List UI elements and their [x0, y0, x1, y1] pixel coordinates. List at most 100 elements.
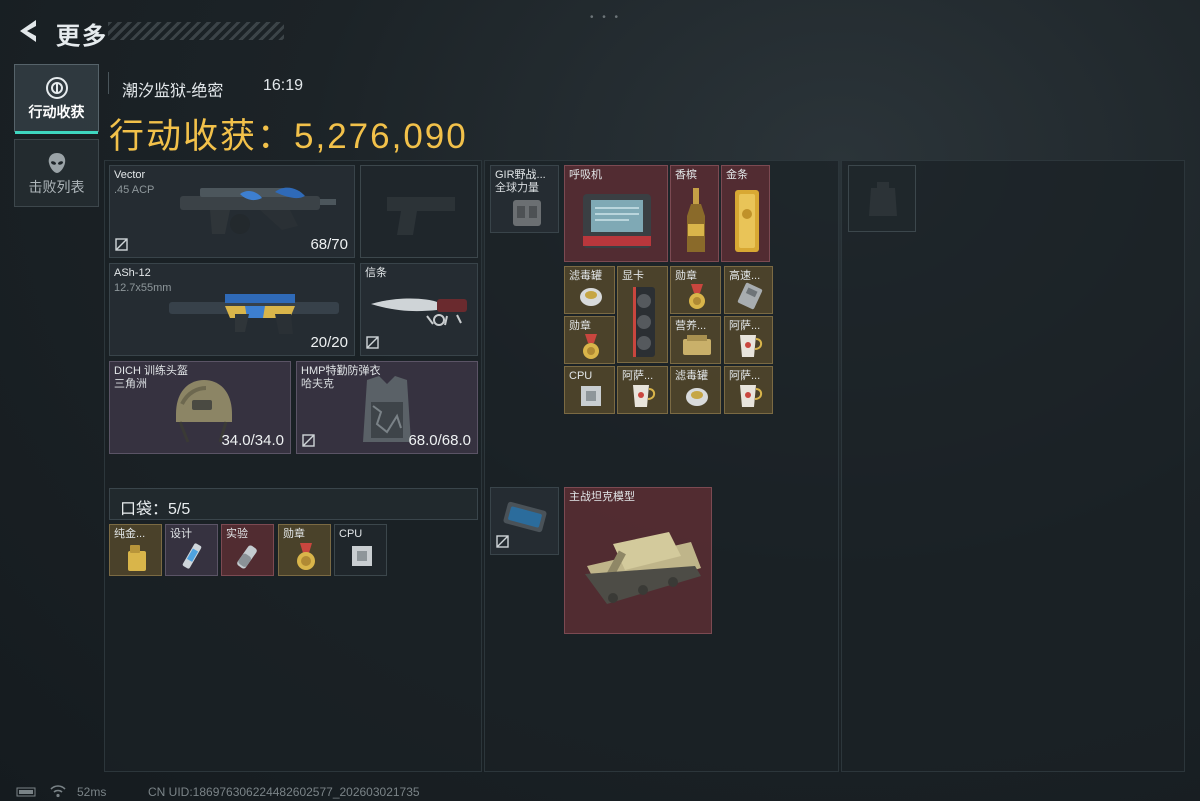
item-label: 呼吸机: [569, 169, 602, 181]
loot-item[interactable]: 显卡: [617, 266, 668, 363]
loot-item[interactable]: 香槟: [670, 165, 719, 262]
bound-item-icon: [302, 434, 315, 447]
weapon-ammo: 12.7x55mm: [114, 282, 172, 294]
medal-icon: [583, 334, 599, 359]
weapon-name: ASh-12: [114, 267, 151, 279]
helmet-brand: 三角洲: [114, 378, 147, 390]
safe-panel: [841, 160, 1185, 772]
title-decoration: [108, 22, 284, 40]
loot-item[interactable]: 滤毒罐: [564, 266, 615, 314]
pistol-slot[interactable]: [360, 165, 478, 258]
loot-item[interactable]: 阿萨...: [617, 366, 668, 414]
loot-item[interactable]: 呼吸机: [564, 165, 668, 262]
container-slot[interactable]: [848, 165, 916, 232]
tank-icon: [585, 532, 701, 604]
secondary-weapon-slot[interactable]: ASh-12 12.7x55mm 20/20: [109, 263, 355, 356]
weapon-ammo: .45 ACP: [114, 184, 155, 196]
safe-case-icon: [503, 501, 547, 533]
pouch-icon: [869, 182, 897, 216]
rig-icon: [513, 200, 541, 226]
medal-icon: [689, 284, 705, 309]
cup-icon: [740, 335, 763, 357]
loot-item[interactable]: 阿萨...: [724, 366, 773, 414]
pocket-header: 口袋：5/5: [109, 488, 478, 520]
loot-item[interactable]: 高速...: [724, 266, 773, 314]
rig-brand: 全球力量: [495, 182, 539, 194]
item-label: 滤毒罐: [675, 370, 708, 382]
item-label: 勋章: [283, 528, 305, 540]
bound-item-icon: [366, 336, 379, 349]
pocket-item[interactable]: CPU: [334, 524, 387, 576]
tab-label: 行动收获: [28, 104, 85, 120]
loot-item[interactable]: 营养...: [670, 316, 721, 364]
pocket-item[interactable]: 勋章: [278, 524, 331, 576]
earnings-value: 5,276,090: [294, 117, 468, 156]
medal-icon: [297, 543, 315, 570]
bound-item-icon: [115, 238, 128, 251]
pocket-item[interactable]: 设计: [165, 524, 218, 576]
syringe-icon: [182, 543, 202, 569]
item-label: 显卡: [622, 270, 644, 282]
ping: 52ms: [77, 785, 107, 799]
loot-item[interactable]: 滤毒罐: [670, 366, 721, 414]
weapon-name: Vector: [114, 169, 146, 181]
cup-icon: [633, 385, 656, 407]
battery-icon: [16, 787, 36, 797]
loot-item[interactable]: 金条: [721, 165, 770, 262]
item-label: 营养...: [675, 320, 707, 332]
back-arrow-icon: [20, 20, 36, 42]
smg-icon: [180, 187, 336, 234]
loot-item[interactable]: 主战坦克模型: [564, 487, 712, 634]
filter-canister-icon: [580, 288, 602, 306]
item-label: 主战坦克模型: [569, 491, 635, 503]
armor-durability: 68.0/68.0: [408, 432, 471, 449]
wifi-icon: [50, 785, 66, 798]
cup-icon: [740, 385, 763, 407]
item-label: 纯金...: [114, 528, 146, 540]
rifle-icon: [169, 294, 339, 334]
vial-icon: [237, 545, 257, 569]
ammo-count: 20/20: [310, 334, 348, 351]
header-divider: [108, 72, 109, 94]
pistol-icon: [387, 197, 455, 235]
earnings-label: 行动收获：: [109, 117, 295, 156]
pocket-label: 口袋：5/5: [120, 501, 191, 518]
item-label: 实验: [226, 528, 248, 540]
item-label: 滤毒罐: [569, 270, 602, 282]
item-label: 金条: [726, 169, 748, 181]
armor-slot[interactable]: HMP特勤防弹衣 哈夫克 68.0/68.0: [296, 361, 478, 454]
loot-item[interactable]: 阿萨...: [724, 316, 773, 364]
armor-brand: 哈夫克: [301, 378, 334, 390]
chest-rig-slot[interactable]: GIR野战... 全球力量: [490, 165, 559, 233]
primary-weapon-slot[interactable]: Vector .45 ACP 68/70: [109, 165, 355, 258]
melee-slot[interactable]: 信条: [360, 263, 478, 356]
loot-item[interactable]: 勋章: [564, 316, 615, 364]
loot-item[interactable]: 勋章: [670, 266, 721, 314]
page-title: 更多: [56, 23, 108, 50]
cpu-icon: [352, 546, 372, 566]
gold-bar-icon: [735, 190, 759, 252]
bound-item-icon: [496, 535, 509, 548]
tab-operation-gains[interactable]: 行动收获: [14, 64, 99, 134]
item-label: CPU: [339, 528, 363, 540]
map-name: 潮汐监狱-绝密: [122, 83, 224, 100]
rig-name: GIR野战...: [495, 169, 546, 181]
loot-item[interactable]: CPU: [564, 366, 615, 414]
item-label: 设计: [170, 528, 192, 540]
safe-box-slot[interactable]: [490, 487, 559, 555]
pocket-item[interactable]: 纯金...: [109, 524, 162, 576]
ammo-count: 68/70: [310, 236, 348, 253]
item-label: 香槟: [675, 169, 697, 181]
gpu-icon: [633, 287, 655, 357]
earnings-total: 行动收获：5,276,090: [109, 108, 468, 159]
champagne-icon: [687, 188, 705, 252]
alien-head-icon: [48, 153, 65, 173]
pocket-item[interactable]: 实验: [221, 524, 274, 576]
ventilator-icon: [583, 194, 651, 248]
drag-handle-icon: • • •: [590, 12, 622, 23]
filter-canister-icon: [686, 388, 708, 406]
knife-icon: [371, 298, 467, 326]
tab-kill-list[interactable]: 击败列表: [14, 139, 99, 207]
helmet-slot[interactable]: DICH 训练头盔 三角洲 34.0/34.0: [109, 361, 291, 454]
back-button[interactable]: [12, 14, 46, 48]
